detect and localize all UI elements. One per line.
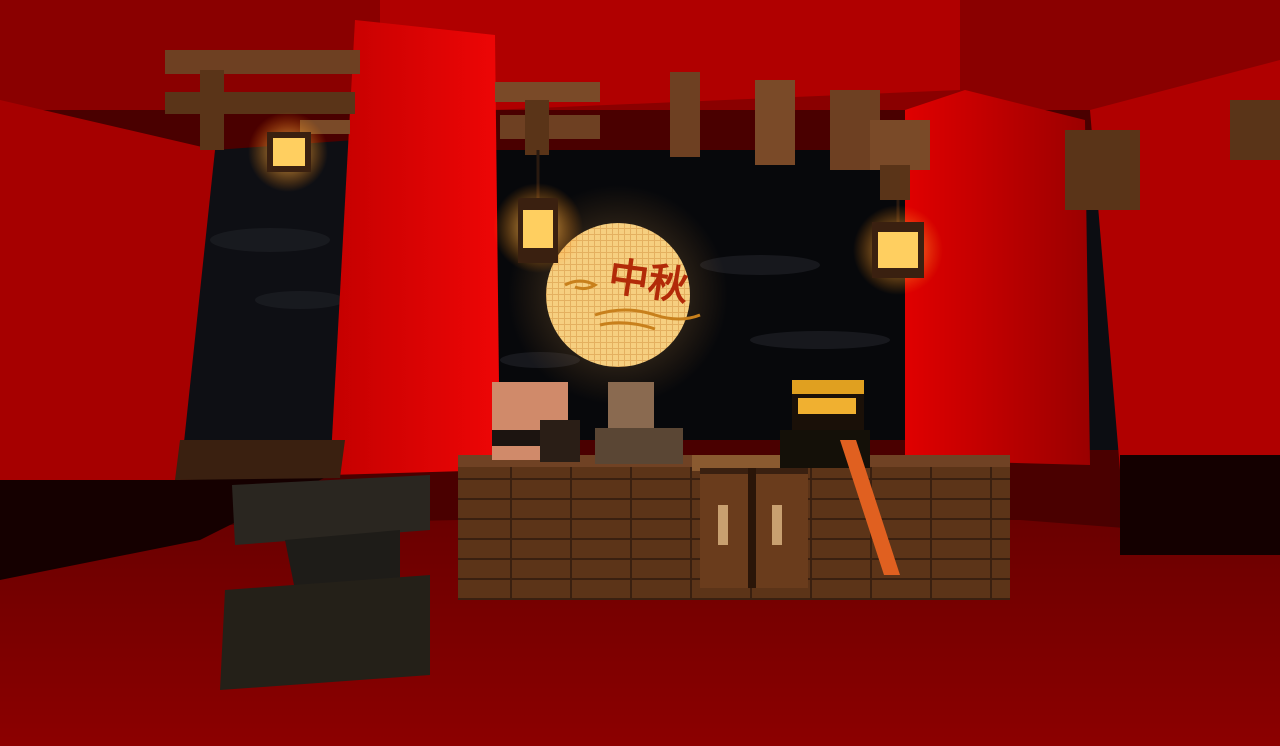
- lantern-icon: [248, 112, 328, 192]
- chest-icon[interactable]: [700, 468, 808, 588]
- game-scene[interactable]: 中秋: [0, 0, 1280, 746]
- left-pillar: [330, 20, 500, 475]
- right-floor-shadow: [1120, 455, 1280, 555]
- back-ledge: [175, 440, 345, 480]
- player-character-icon[interactable]: [492, 382, 580, 462]
